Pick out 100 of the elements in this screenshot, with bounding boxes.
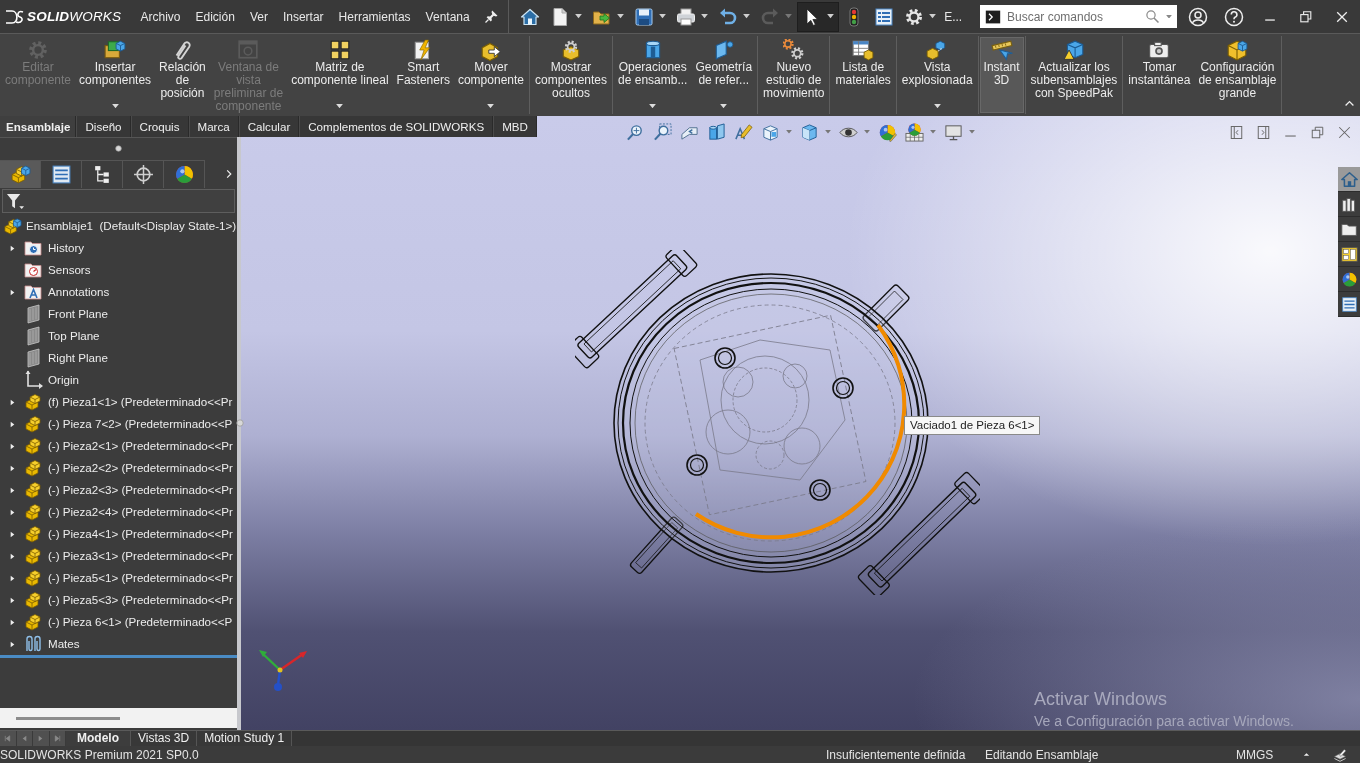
tooltip: Vaciado1 de Pieza 6<1> [904, 416, 1041, 435]
tree-item[interactable]: Ensamblaje1 (Default<Display State-1>) [26, 218, 237, 234]
ribbon-button[interactable]: Matriz de componente lineal [287, 37, 393, 113]
search-bar[interactable]: Buscar comandos [980, 5, 1177, 28]
caret-icon [575, 14, 583, 19]
activation-message: Ve a Configuración para activar Windows. [1034, 713, 1294, 729]
panel-tab[interactable] [82, 160, 123, 188]
ribbon-button[interactable]: Lista de materiales [831, 37, 895, 113]
menu-item[interactable]: Insertar [275, 6, 332, 27]
tile-left-icon[interactable] [1229, 124, 1244, 140]
gear-box-icon [560, 39, 582, 61]
panel-tab[interactable] [164, 160, 205, 188]
tree-item[interactable]: Top Plane [48, 328, 100, 344]
tree-item[interactable]: Sensors [48, 262, 91, 278]
section-view-icon[interactable] [707, 122, 726, 142]
user-icon[interactable] [1188, 6, 1208, 27]
ribbon-button[interactable]: Tomar instantánea [1124, 37, 1195, 113]
tree-item[interactable]: (-) Pieza2<4> (Predeterminado<<Pr [48, 504, 233, 520]
annotation-pencil-icon[interactable] [734, 122, 753, 142]
caret-icon [743, 14, 751, 19]
tree-item[interactable]: Right Plane [48, 350, 108, 366]
ribbon-tab[interactable]: Marca [188, 116, 239, 137]
tile-right-icon[interactable] [1256, 124, 1271, 140]
grip-dot-icon[interactable] [115, 144, 122, 152]
search-field[interactable]: Buscar comandos [1007, 7, 1139, 26]
tree-item[interactable]: (-) Pieza 7<2> (Predeterminado<<P [48, 416, 233, 432]
undo-icon [718, 6, 739, 27]
ribbon-tab[interactable]: Croquis [130, 116, 189, 137]
blocks-icon [24, 458, 44, 478]
tree-item[interactable]: History [48, 240, 85, 256]
cube-warning-icon [1062, 39, 1085, 61]
tree-item[interactable]: Mates [48, 636, 80, 652]
ribbon-button[interactable]: Operaciones de ensamb... [614, 37, 692, 113]
help-icon[interactable] [1224, 6, 1244, 27]
menu-item[interactable]: Edición [188, 6, 243, 27]
overflow-menu[interactable]: E... [944, 9, 963, 24]
restore-icon[interactable] [1298, 8, 1314, 25]
ribbon-button[interactable]: Geometría de refer... [691, 37, 757, 113]
blocks-icon [24, 590, 44, 610]
toolbar-button[interactable] [797, 1, 840, 32]
tree-item[interactable]: Annotations [48, 284, 110, 300]
tree-item[interactable]: (-) Pieza3<1> (Predeterminado<<Pr [48, 548, 233, 564]
ribbon-tab[interactable]: Calcular [238, 116, 300, 137]
ribbon-button[interactable]: Smart Fasteners [392, 37, 454, 113]
caret-icon [785, 14, 793, 19]
caret-icon [933, 103, 941, 108]
ribbon-button[interactable]: Mostrar componentes ocultos [531, 37, 612, 113]
ribbon-button[interactable]: Vista explosionada [897, 37, 977, 113]
blocks-icon [24, 546, 44, 566]
pin-icon[interactable] [483, 9, 499, 24]
tree-item[interactable]: (-) Pieza5<1> (Predeterminado<<Pr [48, 570, 233, 586]
ribbon-button[interactable]: Configuración de ensamblaje grande [1194, 37, 1281, 113]
ribbon-button[interactable]: Nuevo estudio de movimiento [759, 37, 829, 113]
shaded-cube-icon[interactable] [800, 122, 819, 142]
menu-item[interactable]: Ventana [418, 6, 478, 27]
search-icon[interactable] [1145, 9, 1160, 24]
scene-icon[interactable] [905, 122, 924, 142]
menu-item[interactable]: Ver [242, 6, 276, 27]
ribbon-button[interactable]: Actualizar los subensamblajes con SpeedPak [1026, 37, 1122, 113]
tree-item[interactable]: (-) Pieza 6<1> (Predeterminado<<P [48, 614, 233, 630]
caret-icon [487, 103, 495, 108]
tree-item[interactable]: (-) Pieza5<3> (Predeterminado<<Pr [48, 592, 233, 608]
app-logo-text: SOLIDWORKS [27, 9, 122, 24]
blocks-icon [24, 436, 44, 456]
panel-tab[interactable] [0, 160, 41, 188]
zoom-to-fit-icon[interactable] [626, 122, 645, 142]
grip-dot-icon[interactable] [236, 419, 244, 427]
ribbon-button[interactable]: Mover componente [453, 37, 528, 113]
ribbon-tab[interactable]: Diseño [76, 116, 131, 137]
panel-tab[interactable] [123, 160, 164, 188]
tree-item[interactable]: Origin [48, 372, 79, 388]
menu-item[interactable]: Archivo [133, 6, 188, 27]
horizontal-scrollbar[interactable] [0, 708, 237, 728]
panel-tab[interactable] [41, 160, 82, 188]
monitor-icon[interactable] [944, 122, 963, 142]
blocks-icon [24, 502, 44, 522]
ribbon-button[interactable]: Relación de posición [155, 37, 210, 113]
blocks-icon [24, 612, 44, 632]
zoom-area-icon[interactable] [653, 122, 672, 142]
color-ball-icon[interactable] [878, 122, 897, 142]
ribbon-tab[interactable]: MBD [493, 116, 537, 137]
caret-up-icon[interactable] [1301, 750, 1311, 759]
caret-icon [701, 14, 709, 19]
menu-item[interactable]: Herramientas [331, 6, 419, 27]
tree-item[interactable]: (-) Pieza2<3> (Predeterminado<<Pr [48, 482, 233, 498]
tree-item[interactable]: (-) Pieza4<1> (Predeterminado<<Pr [48, 526, 233, 542]
stack-pencil-icon[interactable] [1333, 747, 1347, 762]
bottom-tab[interactable]: Modelo [66, 731, 131, 746]
filter-field[interactable] [2, 189, 235, 213]
ribbon-button[interactable]: Insertar componentes [75, 37, 156, 113]
color-ball-icon [173, 164, 195, 185]
tree-item[interactable]: Front Plane [48, 306, 108, 322]
ribbon-tab[interactable]: Ensamblaje [0, 116, 77, 137]
view-cube-icon[interactable] [761, 122, 780, 142]
caret-icon [659, 14, 667, 19]
tree-item[interactable]: (f) Pieza1<1> (Predeterminado<<Pr [48, 394, 233, 410]
tree-item[interactable]: (-) Pieza2<2> (Predeterminado<<Pr [48, 460, 233, 476]
ribbon-button[interactable]: Instant 3D [979, 37, 1024, 113]
tree-item[interactable]: (-) Pieza2<1> (Predeterminado<<Pr [48, 438, 233, 454]
ribbon-tab[interactable]: Complementos de SOLIDWORKS [299, 116, 494, 137]
